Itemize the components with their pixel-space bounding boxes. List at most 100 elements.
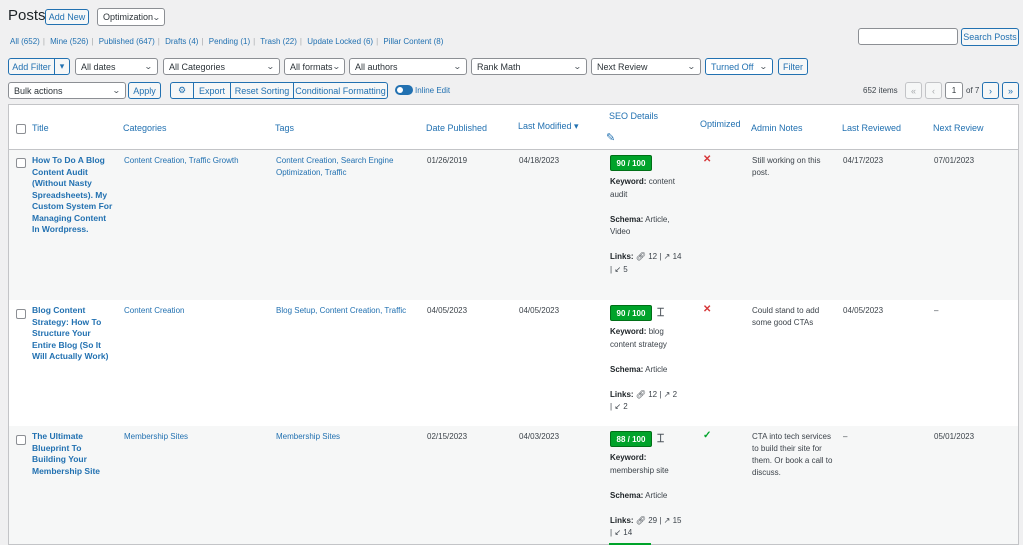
filter-link-mine[interactable]: Mine (526): [50, 37, 88, 46]
inline-edit-toggle[interactable]: [395, 85, 413, 95]
sort-desc-icon: ▾: [574, 121, 579, 131]
seo-score-badge[interactable]: 88 / 100: [610, 431, 652, 447]
post-tags[interactable]: Membership Sites: [276, 431, 416, 443]
incoming-link-icon: ↙: [614, 402, 622, 411]
conditional-formatting-button[interactable]: Conditional Formatting: [293, 82, 388, 99]
chevron-down-icon: ⌄: [112, 86, 122, 95]
post-categories[interactable]: Content Creation: [124, 305, 264, 317]
prev-page-button[interactable]: ‹: [925, 82, 942, 99]
date-published: 04/05/2023: [427, 306, 468, 315]
bulk-actions-select[interactable]: Bulk actions ⌄: [8, 82, 126, 99]
first-page-button[interactable]: «: [905, 82, 922, 99]
column-last-reviewed[interactable]: Last Reviewed: [842, 123, 901, 133]
categories-select[interactable]: All Categories ⌄: [163, 58, 280, 75]
authors-select[interactable]: All authors ⌄: [349, 58, 467, 75]
seo-details: Keyword: blog content strategy Schema: A…: [610, 327, 678, 411]
column-date-published[interactable]: Date Published: [426, 123, 487, 133]
filter-link-all[interactable]: All (652): [10, 37, 40, 46]
export-button[interactable]: Export: [193, 82, 231, 99]
post-tags[interactable]: Blog Setup, Content Creation, Traffic: [276, 305, 416, 317]
column-next-review[interactable]: Next Review: [933, 123, 984, 133]
filter-link-pillar-content[interactable]: Pillar Content (8): [383, 37, 443, 46]
incoming-link-icon: ↙: [614, 528, 622, 537]
chevron-down-icon: ⌄: [759, 62, 769, 71]
post-tags[interactable]: Content Creation, Search Engine Optimiza…: [276, 155, 416, 179]
not-optimized-icon: ✕: [703, 304, 712, 315]
formats-select[interactable]: All formats ⌄: [284, 58, 345, 75]
content-ai-icon[interactable]: ⌶: [657, 431, 664, 446]
link-icon: 🔗︎: [635, 515, 646, 525]
current-page-input[interactable]: 1: [945, 82, 963, 99]
chevron-down-icon: ⌄: [266, 62, 276, 71]
optimization-label: Optimization: [103, 12, 154, 22]
post-title-link[interactable]: Blog Content Strategy: How To Structure …: [32, 305, 114, 363]
dates-select[interactable]: All dates ⌄: [75, 58, 158, 75]
last-modified: 04/03/2023: [519, 432, 560, 441]
row-checkbox[interactable]: [16, 309, 26, 319]
seo-plugin-select[interactable]: Rank Math ⌄: [471, 58, 587, 75]
row-checkbox[interactable]: [16, 435, 26, 445]
next-review: 07/01/2023: [934, 156, 975, 165]
chevron-down-icon: ⌄: [144, 62, 154, 71]
seo-details: Keyword: content audit Schema: Article, …: [610, 177, 682, 274]
next-page-button[interactable]: ›: [982, 82, 999, 99]
last-reviewed: –: [843, 432, 848, 441]
seo-score-badge[interactable]: 90 / 100: [610, 305, 652, 321]
turned-off-select[interactable]: Turned Off ⌄: [705, 58, 773, 75]
column-seo-details[interactable]: SEO Details: [609, 111, 658, 121]
incoming-link-icon: ↙: [614, 264, 622, 274]
post-categories[interactable]: Content Creation, Traffic Growth: [124, 155, 264, 167]
filter-link-pending[interactable]: Pending (1): [209, 37, 250, 46]
external-link-icon: ↗: [663, 252, 671, 261]
optimization-select[interactable]: Optimization ⌄: [97, 8, 165, 26]
post-categories[interactable]: Membership Sites: [124, 431, 264, 443]
chevron-down-icon: ⌄: [573, 62, 583, 71]
add-new-button[interactable]: Add New: [45, 9, 89, 25]
add-filter-dropdown[interactable]: ▾: [54, 58, 70, 75]
review-select[interactable]: Next Review ⌄: [591, 58, 701, 75]
reset-sorting-button[interactable]: Reset Sorting: [230, 82, 294, 99]
post-title-link[interactable]: The Ultimate Blueprint To Building Your …: [32, 431, 114, 477]
filter-link-trash[interactable]: Trash (22): [260, 37, 297, 46]
last-modified: 04/18/2023: [519, 156, 560, 165]
settings-button[interactable]: ⚙: [170, 82, 194, 99]
apply-button[interactable]: Apply: [128, 82, 161, 99]
column-title[interactable]: Title: [32, 123, 49, 133]
column-categories[interactable]: Categories: [123, 123, 167, 133]
column-admin-notes[interactable]: Admin Notes: [751, 123, 803, 133]
seo-score-badge[interactable]: 90 / 100: [610, 155, 652, 171]
search-input[interactable]: [858, 28, 958, 45]
posts-table: Title Categories Tags Date Published Las…: [8, 104, 1019, 545]
column-optimized[interactable]: Optimized: [700, 119, 741, 129]
status-filter-links: All (652) | Mine (526) | Published (647) | …: [10, 37, 444, 46]
chevron-down-icon: ⌄: [152, 12, 161, 22]
column-last-modified[interactable]: Last Modified ▾: [518, 121, 579, 132]
next-review: –: [934, 306, 939, 315]
search-posts-button[interactable]: Search Posts: [961, 28, 1019, 46]
gear-icon: ⚙: [177, 85, 187, 95]
total-pages: of 7: [966, 86, 980, 95]
filter-link-published[interactable]: Published (647): [99, 37, 155, 46]
table-row: Blog Content Strategy: How To Structure …: [9, 300, 1018, 426]
page-title: Posts: [8, 7, 46, 24]
date-published: 01/26/2019: [427, 156, 468, 165]
chevron-down-icon: ⌄: [331, 62, 341, 71]
last-page-button[interactable]: »: [1002, 82, 1019, 99]
inline-edit-label: Inline Edit: [415, 86, 451, 95]
filter-link-update-locked[interactable]: Update Locked (6): [307, 37, 373, 46]
last-reviewed: 04/05/2023: [843, 306, 884, 315]
post-title-link[interactable]: How To Do A Blog Content Audit (Without …: [32, 155, 114, 236]
table-row: The Ultimate Blueprint To Building Your …: [9, 426, 1018, 544]
filter-button[interactable]: Filter: [778, 58, 808, 75]
add-filter-button[interactable]: Add Filter: [8, 58, 55, 75]
row-checkbox[interactable]: [16, 158, 26, 168]
filter-link-drafts[interactable]: Drafts (4): [165, 37, 198, 46]
select-all-checkbox[interactable]: [16, 124, 26, 134]
content-ai-icon[interactable]: ⌶: [657, 305, 664, 320]
pencil-icon[interactable]: ✎: [606, 131, 615, 144]
not-optimized-icon: ✕: [703, 154, 712, 165]
last-modified: 04/05/2023: [519, 306, 560, 315]
link-icon: 🔗︎: [635, 252, 646, 261]
optimized-check-icon: ✓: [703, 430, 712, 441]
column-tags[interactable]: Tags: [275, 123, 294, 133]
